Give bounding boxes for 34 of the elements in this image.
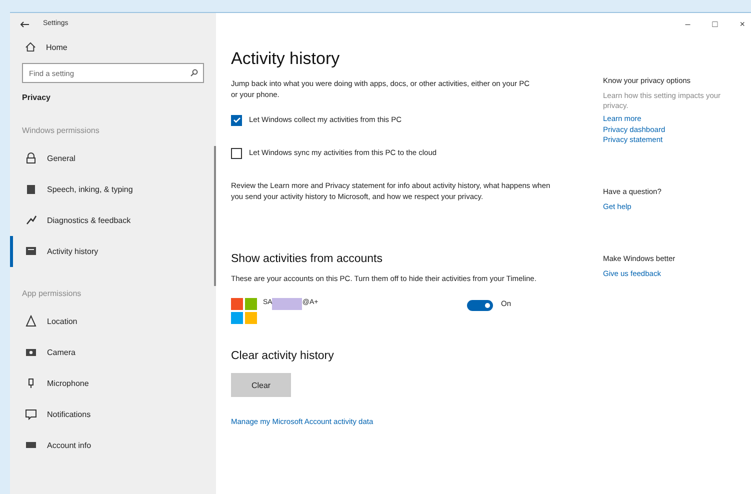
nav-item[interactable]: Location <box>10 306 216 337</box>
back-arrow-icon[interactable] <box>20 20 29 28</box>
lock-icon <box>25 152 37 164</box>
home-nav-item[interactable]: Home <box>10 35 216 59</box>
checkbox[interactable] <box>231 148 242 159</box>
checkbox[interactable] <box>231 114 242 126</box>
chart-icon <box>25 214 37 226</box>
clear-button[interactable]: Clear <box>231 373 291 398</box>
nav-item[interactable]: Notifications <box>10 398 216 430</box>
section-heading: Clear activity history <box>231 350 335 362</box>
triangle-icon <box>25 315 37 328</box>
notepad-icon <box>25 183 37 196</box>
section-title: Privacy <box>21 93 52 104</box>
nav-item[interactable]: Account info <box>10 430 216 461</box>
maximize-button[interactable]: □ <box>712 19 718 29</box>
nav-item[interactable]: Diagnostics & feedback <box>10 204 216 236</box>
nav-item[interactable]: General <box>10 142 216 174</box>
four-squares-logo-icon <box>231 298 257 324</box>
toggle-switch[interactable] <box>466 300 493 312</box>
section-heading: Show activities from accounts <box>231 252 384 264</box>
panel-icon <box>25 245 37 258</box>
home-icon <box>25 42 36 52</box>
search-icon <box>190 69 198 77</box>
nav-item[interactable]: Camera <box>10 336 216 368</box>
close-button[interactable]: × <box>740 19 745 29</box>
nav-group-heading: Windows permissions <box>21 124 100 137</box>
page-title: Activity history <box>231 49 341 69</box>
nav-item[interactable]: Speech, inking, & typing <box>10 174 216 205</box>
minimize-button[interactable]: – <box>685 19 690 29</box>
nav-group-heading: App permissions <box>21 288 82 300</box>
redaction-block <box>272 298 302 310</box>
speech-bubble-icon <box>25 408 37 420</box>
nav-item[interactable]: Microphone <box>10 368 216 399</box>
camera-icon <box>25 346 37 358</box>
